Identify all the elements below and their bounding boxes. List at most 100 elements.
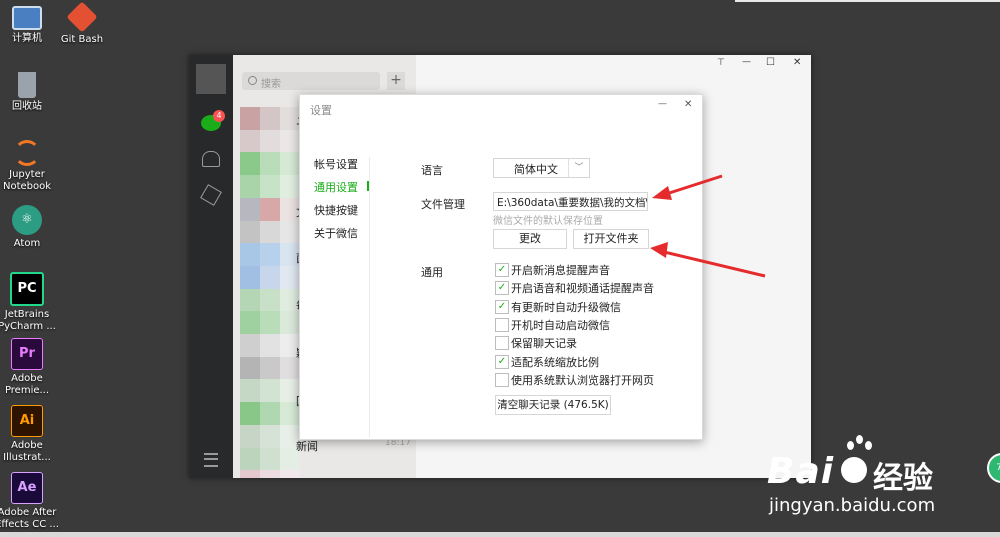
baidu-brand-jingyan: 经验 [873, 461, 933, 496]
avatar-mosaic-cell [240, 288, 260, 312]
avatar-mosaic-cell [240, 447, 260, 471]
nav-general-settings[interactable]: 通用设置 [314, 179, 358, 195]
avatar-mosaic-cell [240, 152, 260, 176]
option-label: 保留聊天记录 [511, 337, 577, 351]
option-label: 适配系统缩放比例 [511, 355, 599, 369]
taskbar [0, 532, 1000, 537]
add-button[interactable]: + [387, 72, 405, 90]
after-effects-icon: Ae [11, 472, 43, 504]
desktop-icon-label: Adobe Premie... [4, 373, 50, 396]
desktop-icon-label: Adobe Illustrat... [3, 440, 51, 463]
avatar-mosaic-cell [260, 288, 280, 312]
file-path-field[interactable]: E:\360data\重要数据\我的文档\ [493, 192, 648, 211]
avatar-mosaic-cell [280, 470, 300, 478]
option-label: 使用系统默认浏览器打开网页 [511, 373, 654, 387]
desktop-icon-pycharm[interactable]: PC JetBrains PyCharm ... [0, 272, 59, 333]
avatar-mosaic-cell [260, 197, 280, 221]
unread-badge: 4 [213, 110, 225, 122]
open-folder-button[interactable]: 打开文件夹 [573, 229, 649, 249]
option-checkbox[interactable]: ✓ [495, 299, 509, 314]
desktop-icon-after-effects[interactable]: Ae Adobe After Effects CC ... [0, 472, 59, 531]
search-icon [248, 76, 257, 85]
avatar-mosaic-cell [240, 265, 260, 289]
pin-button[interactable]: ⊤ [717, 58, 725, 68]
option-label: 开启语音和视频通话提醒声音 [511, 282, 654, 296]
avatar-mosaic-cell [260, 379, 280, 403]
option-checkbox[interactable] [495, 317, 509, 332]
avatar-mosaic-cell [260, 107, 280, 130]
baidu-paw-circle [841, 457, 867, 483]
file-path-value: E:\360data\重要数据\我的文档\ [497, 197, 648, 209]
avatar-mosaic-cell [240, 311, 260, 335]
avatar-mosaic-cell [260, 470, 280, 478]
wechat-sidebar: 4 [189, 55, 233, 478]
dialog-close-button[interactable]: ✕ [684, 99, 692, 110]
avatar-mosaic-cell [240, 243, 260, 267]
desktop-icon-jupyter[interactable]: Jupyter Notebook [0, 140, 59, 193]
avatar[interactable] [196, 64, 226, 94]
option-label: 开机时自动启动微信 [511, 318, 610, 332]
top-strip [735, 0, 1000, 2]
search-input[interactable]: 搜索 [242, 72, 380, 90]
chevron-down-icon: ﹀ [568, 159, 589, 177]
nav-divider [369, 157, 370, 437]
avatar-mosaic-cell [240, 334, 260, 357]
option-label: 有更新时自动升级微信 [511, 300, 621, 314]
settings-dialog: 设置 — ✕ 帐号设置 通用设置 快捷按键 关于微信 语言 简体中文 ﹀ 文件管… [299, 94, 703, 440]
avatar-mosaic-cell [280, 311, 300, 335]
option-checkbox[interactable]: ✓ [495, 354, 509, 369]
desktop-icon-git-bash[interactable]: Git Bash [50, 1, 114, 46]
avatar-mosaic-cell [260, 356, 280, 380]
menu-icon[interactable] [204, 453, 218, 467]
avatar-mosaic-cell [240, 175, 260, 199]
language-label: 语言 [421, 164, 443, 177]
illustrator-icon: Ai [11, 405, 43, 437]
recycle-bin-icon [18, 72, 36, 98]
avatar-mosaic-cell [240, 356, 260, 380]
desktop-icon-label: JetBrains PyCharm ... [0, 309, 56, 332]
change-button[interactable]: 更改 [493, 229, 567, 249]
desktop-icon-illustrator[interactable]: Ai Adobe Illustrat... [0, 405, 59, 464]
git-bash-icon [66, 1, 98, 33]
option-checkbox[interactable]: ✓ [495, 281, 509, 296]
language-select[interactable]: 简体中文 ﹀ [493, 158, 590, 178]
minimize-button[interactable]: — [742, 57, 751, 67]
file-path-hint: 微信文件的默认保存位置 [493, 216, 603, 227]
maximize-button[interactable]: ☐ [766, 57, 775, 68]
close-button[interactable]: ✕ [793, 57, 801, 68]
nav-account-settings[interactable]: 帐号设置 [314, 156, 358, 172]
option-checkbox[interactable] [495, 336, 509, 351]
avatar-mosaic-cell [280, 152, 300, 176]
avatar-mosaic-cell [260, 447, 280, 471]
baidu-brand: Bai [767, 451, 835, 492]
contacts-icon[interactable] [202, 151, 220, 167]
dialog-minimize-button[interactable]: — [658, 99, 667, 109]
avatar-mosaic-cell [260, 265, 280, 289]
nav-about[interactable]: 关于微信 [314, 225, 358, 241]
list-item-title[interactable]: 新闻 [296, 438, 318, 454]
avatar-mosaic-cell [240, 220, 260, 244]
language-value: 简体中文 [514, 163, 558, 176]
avatar-mosaic-cell [240, 379, 260, 403]
avatar-mosaic-cell [240, 107, 260, 130]
corner-badge[interactable]: 78 [987, 453, 1000, 483]
desktop-icon-recycle-bin[interactable]: 回收站 [0, 72, 59, 113]
option-label: 开启新消息提醒声音 [511, 264, 610, 277]
option-checkbox[interactable]: ✓ [495, 263, 509, 277]
avatar-mosaic-cell [280, 175, 300, 199]
jupyter-icon [14, 140, 40, 166]
option-checkbox[interactable] [495, 372, 509, 387]
desktop-icon-premiere[interactable]: Pr Adobe Premie... [0, 338, 59, 397]
avatar-mosaic-cell [260, 334, 280, 357]
desktop-icon-label: Git Bash [60, 34, 104, 45]
desktop-icon-atom[interactable]: ⚛ Atom [0, 205, 59, 250]
desktop-icon-label: Jupyter Notebook [2, 169, 52, 192]
desktop-icon-label: Adobe After Effects CC ... [0, 507, 59, 530]
avatar-mosaic-cell [240, 470, 260, 478]
avatar-mosaic-cell [240, 424, 260, 448]
nav-shortcuts[interactable]: 快捷按键 [314, 202, 358, 218]
favorites-icon[interactable] [200, 184, 222, 206]
avatar-mosaic-cell [280, 220, 300, 244]
clear-chat-history-button[interactable]: 清空聊天记录 (476.5K) [495, 395, 611, 415]
file-management-label: 文件管理 [421, 198, 465, 211]
